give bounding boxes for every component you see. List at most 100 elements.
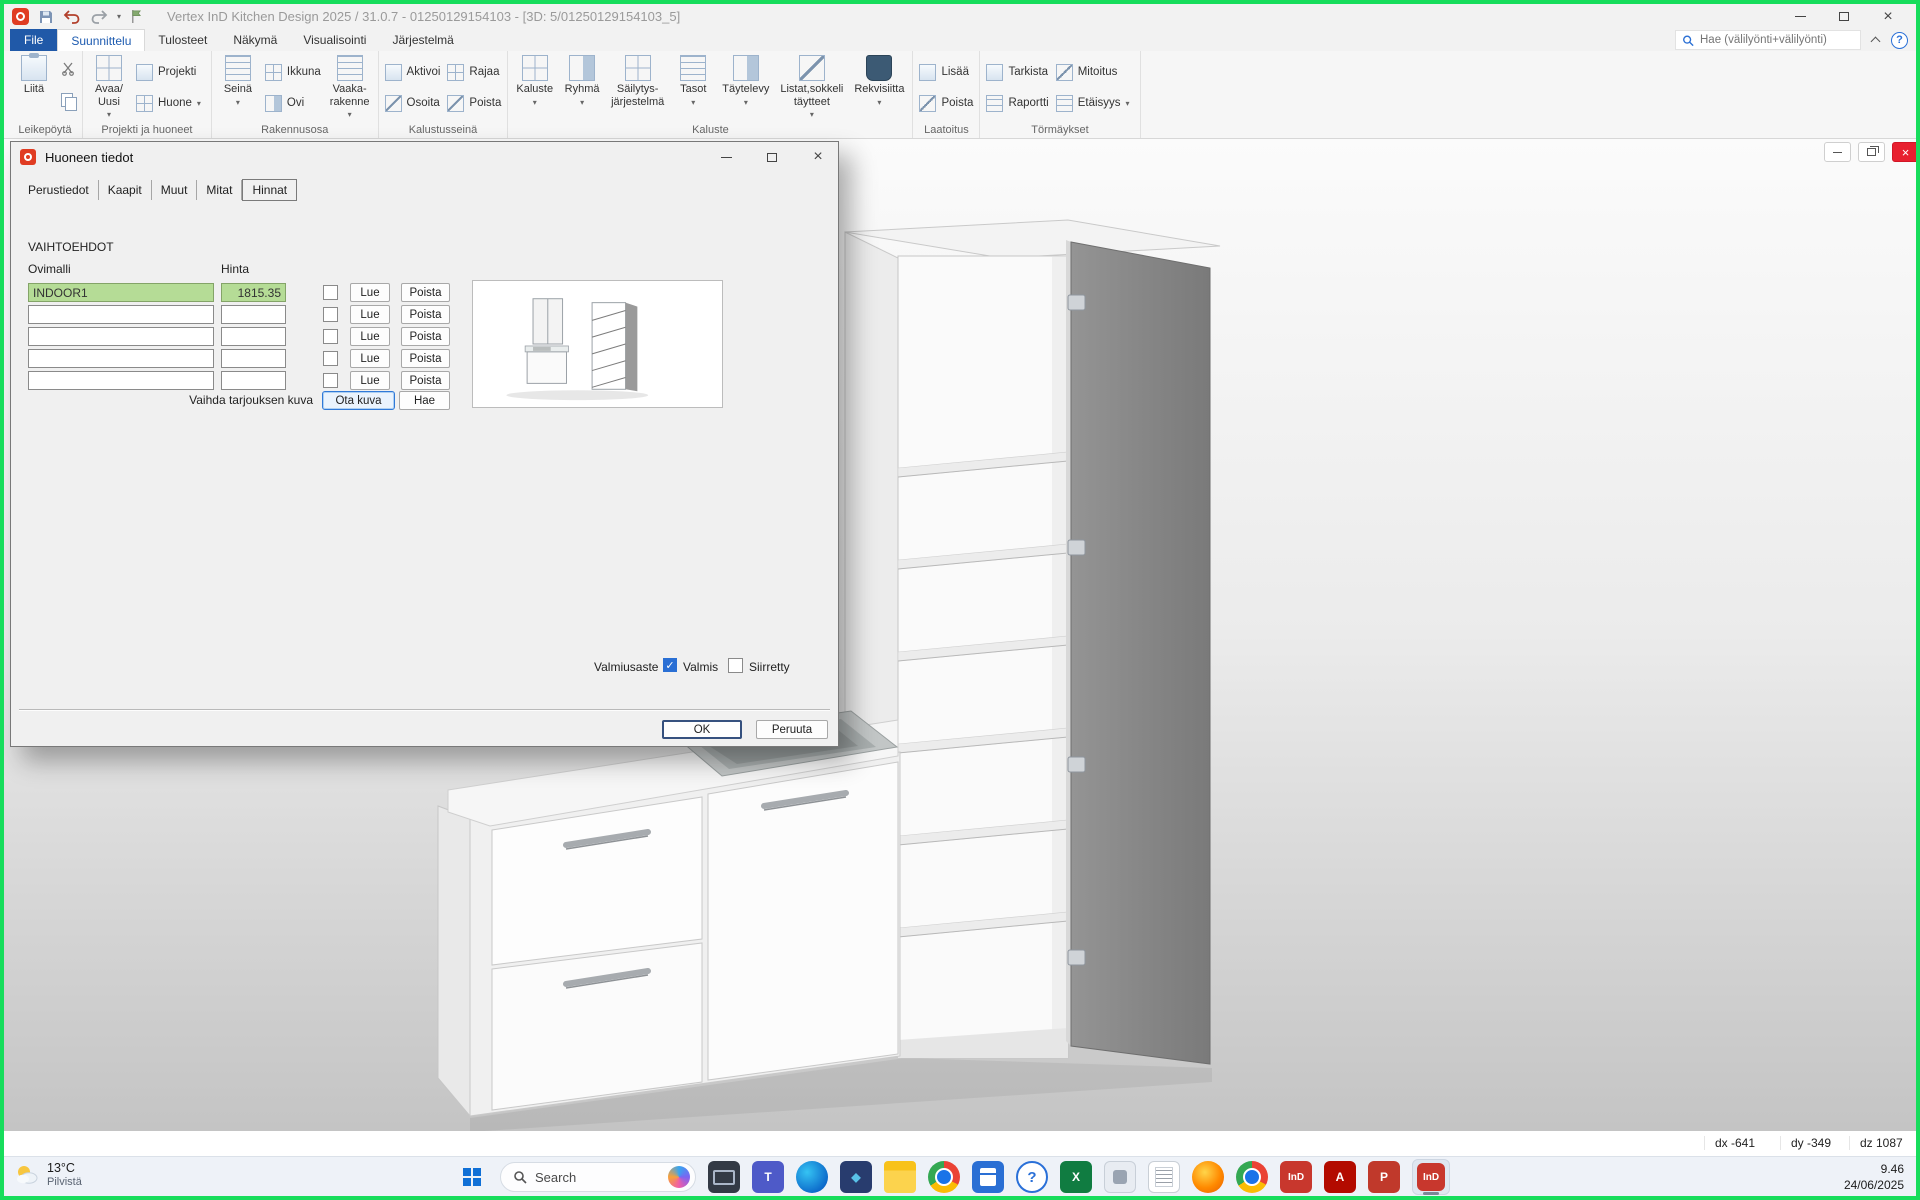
tab-suunnittelu[interactable]: Suunnittelu xyxy=(57,29,145,51)
hinta-field[interactable] xyxy=(221,305,286,324)
ota-kuva-button[interactable]: Ota kuva xyxy=(322,391,395,410)
ovimalli-field[interactable] xyxy=(28,305,214,324)
poista-button[interactable]: Poista xyxy=(401,371,450,390)
undo-button[interactable] xyxy=(63,9,81,25)
viewport-minimize-button[interactable] xyxy=(1824,142,1851,162)
taskbar-icon-browser[interactable] xyxy=(1236,1161,1268,1193)
lue-button[interactable]: Lue xyxy=(350,327,390,346)
customize-toolbar-icon[interactable] xyxy=(130,9,143,24)
hinta-field[interactable] xyxy=(221,327,286,346)
dialog-minimize-button[interactable] xyxy=(711,147,741,167)
huone-button[interactable]: Huone xyxy=(136,94,205,112)
lue-button[interactable]: Lue xyxy=(350,371,390,390)
minimize-button[interactable] xyxy=(1778,4,1822,29)
taskbar-icon-app-gray[interactable] xyxy=(1104,1161,1136,1193)
ovimalli-field[interactable]: INDOOR1 xyxy=(28,283,214,302)
search-input[interactable] xyxy=(1700,34,1854,46)
ok-button[interactable]: OK xyxy=(662,720,742,739)
tab-hinnat[interactable]: Hinnat xyxy=(242,179,297,201)
listat-sokkeli-button[interactable]: Listat,sokkeli täytteet xyxy=(778,54,845,117)
qat-dropdown-arrow-icon[interactable]: ▾ xyxy=(117,12,121,21)
viewport-close-button[interactable]: × xyxy=(1892,142,1919,162)
row-checkbox[interactable] xyxy=(323,329,338,344)
poista-button[interactable]: Poista xyxy=(401,305,450,324)
copy-button[interactable] xyxy=(61,93,76,109)
avaa-uusi-button[interactable]: Avaa/ Uusi xyxy=(89,54,129,117)
dialog-close-button[interactable]: × xyxy=(803,147,833,167)
tab-kaapit[interactable]: Kaapit xyxy=(99,180,152,200)
taskbar-icon-teams[interactable]: T xyxy=(752,1161,784,1193)
ryhma-button[interactable]: Ryhmä xyxy=(562,54,602,105)
tab-perustiedot[interactable]: Perustiedot xyxy=(19,180,99,200)
taskbar-icon-calculator[interactable] xyxy=(972,1161,1004,1193)
tab-visualisointi[interactable]: Visualisointi xyxy=(290,29,379,51)
laatoitus-poista-button[interactable]: Poista xyxy=(919,94,973,112)
taskbar-icon-show-desktop[interactable] xyxy=(708,1161,740,1193)
liita-button[interactable]: Liitä xyxy=(14,54,54,97)
osoita-button[interactable]: Osoita xyxy=(385,94,441,112)
hinta-field[interactable] xyxy=(221,349,286,368)
projekti-button[interactable]: Projekti xyxy=(136,63,205,81)
tab-mitat[interactable]: Mitat xyxy=(197,180,242,200)
taskbar-icon-firefox[interactable] xyxy=(1192,1161,1224,1193)
collapse-ribbon-icon[interactable] xyxy=(1869,33,1883,47)
hinta-field[interactable]: 1815.35 xyxy=(221,283,286,302)
ikkuna-button[interactable]: Ikkuna xyxy=(265,63,321,81)
hae-button[interactable]: Hae xyxy=(399,391,450,410)
valmis-checkbox[interactable] xyxy=(663,658,677,672)
ovimalli-field[interactable] xyxy=(28,327,214,346)
taskbar-weather[interactable]: 13°C Pilvistä xyxy=(14,1161,82,1189)
taskbar-icon-acrobat[interactable]: A xyxy=(1324,1161,1356,1193)
lisaa-button[interactable]: Lisää xyxy=(919,63,973,81)
rajaa-button[interactable]: Rajaa xyxy=(447,63,501,81)
tarkista-button[interactable]: Tarkista xyxy=(986,63,1048,81)
lue-button[interactable]: Lue xyxy=(350,305,390,324)
lue-button[interactable]: Lue xyxy=(350,283,390,302)
row-checkbox[interactable] xyxy=(323,307,338,322)
tasot-button[interactable]: Tasot xyxy=(673,54,713,105)
ovimalli-field[interactable] xyxy=(28,349,214,368)
tab-nakyma[interactable]: Näkymä xyxy=(220,29,290,51)
poista-button[interactable]: Poista xyxy=(401,327,450,346)
taskbar-icon-chrome[interactable] xyxy=(928,1161,960,1193)
vaaka-rakenne-button[interactable]: Vaaka- rakenne xyxy=(328,54,372,117)
tab-tulosteet[interactable]: Tulosteet xyxy=(145,29,220,51)
taskbar-icon-vertex-ind-active[interactable]: InD xyxy=(1412,1159,1450,1195)
taskbar-icon-app-navy[interactable]: ◆ xyxy=(840,1161,872,1193)
poista-button[interactable]: Poista xyxy=(401,283,450,302)
start-button[interactable] xyxy=(456,1161,488,1193)
taskbar-icon-excel[interactable]: X xyxy=(1060,1161,1092,1193)
etaisyys-button[interactable]: Etäisyys xyxy=(1056,94,1134,112)
ribbon-search-box[interactable] xyxy=(1675,30,1861,50)
lue-button[interactable]: Lue xyxy=(350,349,390,368)
kaluste-button[interactable]: Kaluste xyxy=(514,54,555,105)
ovi-button[interactable]: Ovi xyxy=(265,94,321,112)
redo-button[interactable] xyxy=(90,9,108,25)
kalustusseina-poista-button[interactable]: Poista xyxy=(447,94,501,112)
siirretty-checkbox[interactable] xyxy=(728,658,743,673)
tab-file[interactable]: File xyxy=(10,29,57,51)
close-button[interactable]: × xyxy=(1866,4,1910,29)
taskbar-search[interactable]: Search xyxy=(500,1162,696,1192)
rekvisiitta-button[interactable]: Rekvisiitta xyxy=(852,54,906,105)
cut-button[interactable] xyxy=(61,62,76,81)
taskbar-icon-file-explorer[interactable] xyxy=(884,1161,916,1193)
raportti-button[interactable]: Raportti xyxy=(986,94,1048,112)
mitoitus-button[interactable]: Mitoitus xyxy=(1056,63,1134,81)
poista-button[interactable]: Poista xyxy=(401,349,450,368)
maximize-button[interactable] xyxy=(1822,4,1866,29)
row-checkbox[interactable] xyxy=(323,373,338,388)
taskbar-clock[interactable]: 9.46 24/06/2025 xyxy=(1844,1161,1904,1193)
taskbar-icon-edge[interactable] xyxy=(796,1161,828,1193)
hinta-field[interactable] xyxy=(221,371,286,390)
taskbar-icon-pdf[interactable]: P xyxy=(1368,1161,1400,1193)
sailytysjarjestelma-button[interactable]: Säilytys- järjestelmä xyxy=(609,54,666,109)
tab-muut[interactable]: Muut xyxy=(152,180,198,200)
row-checkbox[interactable] xyxy=(323,285,338,300)
taskbar-icon-help[interactable]: ? xyxy=(1016,1161,1048,1193)
taytelevy-button[interactable]: Täytelevy xyxy=(720,54,771,105)
aktivoi-button[interactable]: Aktivoi xyxy=(385,63,441,81)
taskbar-icon-vertex-ind[interactable]: InD xyxy=(1280,1161,1312,1193)
help-icon[interactable]: ? xyxy=(1891,32,1908,49)
tab-jarjestelma[interactable]: Järjestelmä xyxy=(379,29,466,51)
